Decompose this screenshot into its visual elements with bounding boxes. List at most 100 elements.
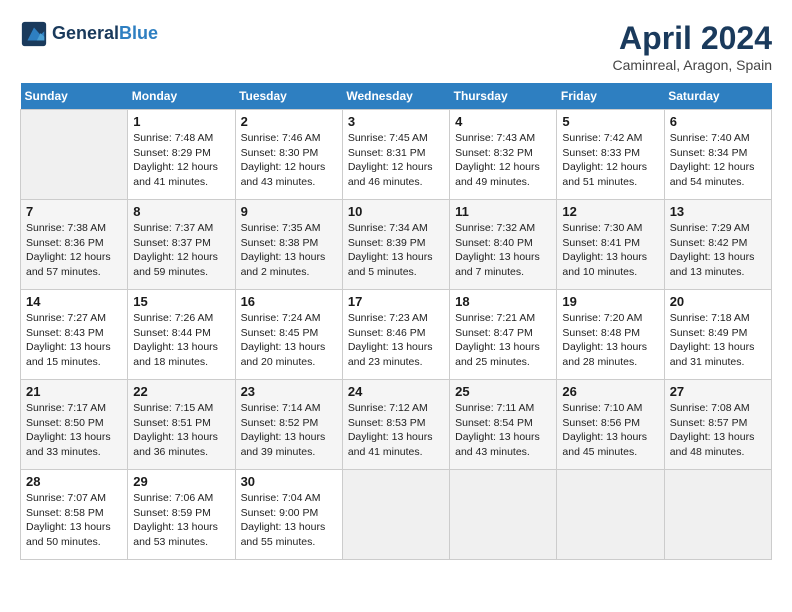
day-info: Sunrise: 7:34 AMSunset: 8:39 PMDaylight:… bbox=[348, 221, 444, 280]
calendar-cell: 16Sunrise: 7:24 AMSunset: 8:45 PMDayligh… bbox=[235, 290, 342, 380]
calendar-cell: 9Sunrise: 7:35 AMSunset: 8:38 PMDaylight… bbox=[235, 200, 342, 290]
calendar-week-row: 14Sunrise: 7:27 AMSunset: 8:43 PMDayligh… bbox=[21, 290, 772, 380]
logo: GeneralBlue bbox=[20, 20, 158, 48]
day-info: Sunrise: 7:40 AMSunset: 8:34 PMDaylight:… bbox=[670, 131, 766, 190]
calendar-cell: 8 Sunrise: 7:37 AMSunset: 8:37 PMDaylight… bbox=[128, 200, 235, 290]
day-number: 1 bbox=[133, 114, 229, 129]
day-number: 28 bbox=[26, 474, 122, 489]
logo-icon bbox=[20, 20, 48, 48]
day-info: Sunrise: 7:37 AMSunset: 8:37 PMDaylight:… bbox=[133, 221, 229, 280]
day-info: Sunrise: 7:20 AMSunset: 8:48 PMDaylight:… bbox=[562, 311, 658, 370]
calendar-cell: 29 Sunrise: 7:06 AMSunset: 8:59 PMDayligh… bbox=[128, 470, 235, 560]
calendar-cell: 3 Sunrise: 7:45 AMSunset: 8:31 PMDaylight… bbox=[342, 110, 449, 200]
weekday-header-thursday: Thursday bbox=[450, 83, 557, 110]
calendar-week-row: 7 Sunrise: 7:38 AMSunset: 8:36 PMDaylight… bbox=[21, 200, 772, 290]
day-info: Sunrise: 7:42 AMSunset: 8:33 PMDaylight:… bbox=[562, 131, 658, 190]
day-info: Sunrise: 7:15 AMSunset: 8:51 PMDaylight:… bbox=[133, 401, 229, 460]
day-number: 8 bbox=[133, 204, 229, 219]
day-info: Sunrise: 7:12 AMSunset: 8:53 PMDaylight:… bbox=[348, 401, 444, 460]
day-number: 27 bbox=[670, 384, 766, 399]
weekday-header-tuesday: Tuesday bbox=[235, 83, 342, 110]
calendar-cell: 27Sunrise: 7:08 AMSunset: 8:57 PMDayligh… bbox=[664, 380, 771, 470]
day-number: 7 bbox=[26, 204, 122, 219]
title-block: April 2024 Caminreal, Aragon, Spain bbox=[612, 20, 772, 73]
day-number: 21 bbox=[26, 384, 122, 399]
weekday-header-sunday: Sunday bbox=[21, 83, 128, 110]
day-number: 3 bbox=[348, 114, 444, 129]
calendar-cell bbox=[450, 470, 557, 560]
calendar-cell: 19 Sunrise: 7:20 AMSunset: 8:48 PMDayligh… bbox=[557, 290, 664, 380]
day-number: 9 bbox=[241, 204, 337, 219]
day-info: Sunrise: 7:04 AMSunset: 9:00 PMDaylight:… bbox=[241, 491, 337, 550]
day-number: 18 bbox=[455, 294, 551, 309]
day-number: 11 bbox=[455, 204, 551, 219]
calendar-cell: 28 Sunrise: 7:07 AMSunset: 8:58 PMDayligh… bbox=[21, 470, 128, 560]
calendar-cell: 10 Sunrise: 7:34 AMSunset: 8:39 PMDayligh… bbox=[342, 200, 449, 290]
calendar-cell: 22 Sunrise: 7:15 AMSunset: 8:51 PMDayligh… bbox=[128, 380, 235, 470]
day-number: 17 bbox=[348, 294, 444, 309]
day-info: Sunrise: 7:45 AMSunset: 8:31 PMDaylight:… bbox=[348, 131, 444, 190]
day-number: 5 bbox=[562, 114, 658, 129]
day-number: 23 bbox=[241, 384, 337, 399]
day-number: 16 bbox=[241, 294, 337, 309]
calendar-cell: 15 Sunrise: 7:26 AMSunset: 8:44 PMDayligh… bbox=[128, 290, 235, 380]
day-number: 20 bbox=[670, 294, 766, 309]
day-number: 29 bbox=[133, 474, 229, 489]
calendar-table: SundayMondayTuesdayWednesdayThursdayFrid… bbox=[20, 83, 772, 560]
day-number: 30 bbox=[241, 474, 337, 489]
weekday-header-saturday: Saturday bbox=[664, 83, 771, 110]
day-info: Sunrise: 7:23 AMSunset: 8:46 PMDaylight:… bbox=[348, 311, 444, 370]
day-info: Sunrise: 7:29 AMSunset: 8:42 PMDaylight:… bbox=[670, 221, 766, 280]
day-info: Sunrise: 7:10 AMSunset: 8:56 PMDaylight:… bbox=[562, 401, 658, 460]
day-number: 19 bbox=[562, 294, 658, 309]
calendar-cell bbox=[342, 470, 449, 560]
day-info: Sunrise: 7:26 AMSunset: 8:44 PMDaylight:… bbox=[133, 311, 229, 370]
calendar-cell: 30 Sunrise: 7:04 AMSunset: 9:00 PMDayligh… bbox=[235, 470, 342, 560]
calendar-cell: 23 Sunrise: 7:14 AMSunset: 8:52 PMDayligh… bbox=[235, 380, 342, 470]
day-number: 22 bbox=[133, 384, 229, 399]
calendar-cell: 14Sunrise: 7:27 AMSunset: 8:43 PMDayligh… bbox=[21, 290, 128, 380]
calendar-cell bbox=[664, 470, 771, 560]
day-info: Sunrise: 7:43 AMSunset: 8:32 PMDaylight:… bbox=[455, 131, 551, 190]
calendar-cell: 26Sunrise: 7:10 AMSunset: 8:56 PMDayligh… bbox=[557, 380, 664, 470]
logo-text: GeneralBlue bbox=[52, 24, 158, 44]
weekday-header-friday: Friday bbox=[557, 83, 664, 110]
day-info: Sunrise: 7:48 AMSunset: 8:29 PMDaylight:… bbox=[133, 131, 229, 190]
calendar-header: SundayMondayTuesdayWednesdayThursdayFrid… bbox=[21, 83, 772, 110]
calendar-week-row: 1 Sunrise: 7:48 AMSunset: 8:29 PMDaylight… bbox=[21, 110, 772, 200]
calendar-cell: 6 Sunrise: 7:40 AMSunset: 8:34 PMDaylight… bbox=[664, 110, 771, 200]
page-header: GeneralBlue April 2024 Caminreal, Aragon… bbox=[20, 20, 772, 73]
calendar-body: 1 Sunrise: 7:48 AMSunset: 8:29 PMDaylight… bbox=[21, 110, 772, 560]
day-info: Sunrise: 7:30 AMSunset: 8:41 PMDaylight:… bbox=[562, 221, 658, 280]
day-info: Sunrise: 7:46 AMSunset: 8:30 PMDaylight:… bbox=[241, 131, 337, 190]
day-number: 10 bbox=[348, 204, 444, 219]
day-number: 12 bbox=[562, 204, 658, 219]
day-info: Sunrise: 7:06 AMSunset: 8:59 PMDaylight:… bbox=[133, 491, 229, 550]
weekday-header-row: SundayMondayTuesdayWednesdayThursdayFrid… bbox=[21, 83, 772, 110]
calendar-cell: 1 Sunrise: 7:48 AMSunset: 8:29 PMDaylight… bbox=[128, 110, 235, 200]
day-number: 13 bbox=[670, 204, 766, 219]
location-subtitle: Caminreal, Aragon, Spain bbox=[612, 57, 772, 73]
calendar-cell: 17 Sunrise: 7:23 AMSunset: 8:46 PMDayligh… bbox=[342, 290, 449, 380]
calendar-week-row: 21 Sunrise: 7:17 AMSunset: 8:50 PMDayligh… bbox=[21, 380, 772, 470]
day-info: Sunrise: 7:32 AMSunset: 8:40 PMDaylight:… bbox=[455, 221, 551, 280]
day-info: Sunrise: 7:17 AMSunset: 8:50 PMDaylight:… bbox=[26, 401, 122, 460]
day-number: 15 bbox=[133, 294, 229, 309]
calendar-cell: 12 Sunrise: 7:30 AMSunset: 8:41 PMDayligh… bbox=[557, 200, 664, 290]
calendar-cell: 7 Sunrise: 7:38 AMSunset: 8:36 PMDaylight… bbox=[21, 200, 128, 290]
month-title: April 2024 bbox=[612, 20, 772, 57]
day-info: Sunrise: 7:07 AMSunset: 8:58 PMDaylight:… bbox=[26, 491, 122, 550]
day-number: 25 bbox=[455, 384, 551, 399]
day-info: Sunrise: 7:27 AMSunset: 8:43 PMDaylight:… bbox=[26, 311, 122, 370]
calendar-cell: 25 Sunrise: 7:11 AMSunset: 8:54 PMDayligh… bbox=[450, 380, 557, 470]
day-info: Sunrise: 7:38 AMSunset: 8:36 PMDaylight:… bbox=[26, 221, 122, 280]
calendar-cell: 4Sunrise: 7:43 AMSunset: 8:32 PMDaylight… bbox=[450, 110, 557, 200]
day-info: Sunrise: 7:11 AMSunset: 8:54 PMDaylight:… bbox=[455, 401, 551, 460]
calendar-cell: 20Sunrise: 7:18 AMSunset: 8:49 PMDayligh… bbox=[664, 290, 771, 380]
calendar-cell: 11 Sunrise: 7:32 AMSunset: 8:40 PMDayligh… bbox=[450, 200, 557, 290]
day-info: Sunrise: 7:21 AMSunset: 8:47 PMDaylight:… bbox=[455, 311, 551, 370]
day-number: 6 bbox=[670, 114, 766, 129]
day-info: Sunrise: 7:14 AMSunset: 8:52 PMDaylight:… bbox=[241, 401, 337, 460]
day-number: 2 bbox=[241, 114, 337, 129]
calendar-cell: 2 Sunrise: 7:46 AMSunset: 8:30 PMDaylight… bbox=[235, 110, 342, 200]
